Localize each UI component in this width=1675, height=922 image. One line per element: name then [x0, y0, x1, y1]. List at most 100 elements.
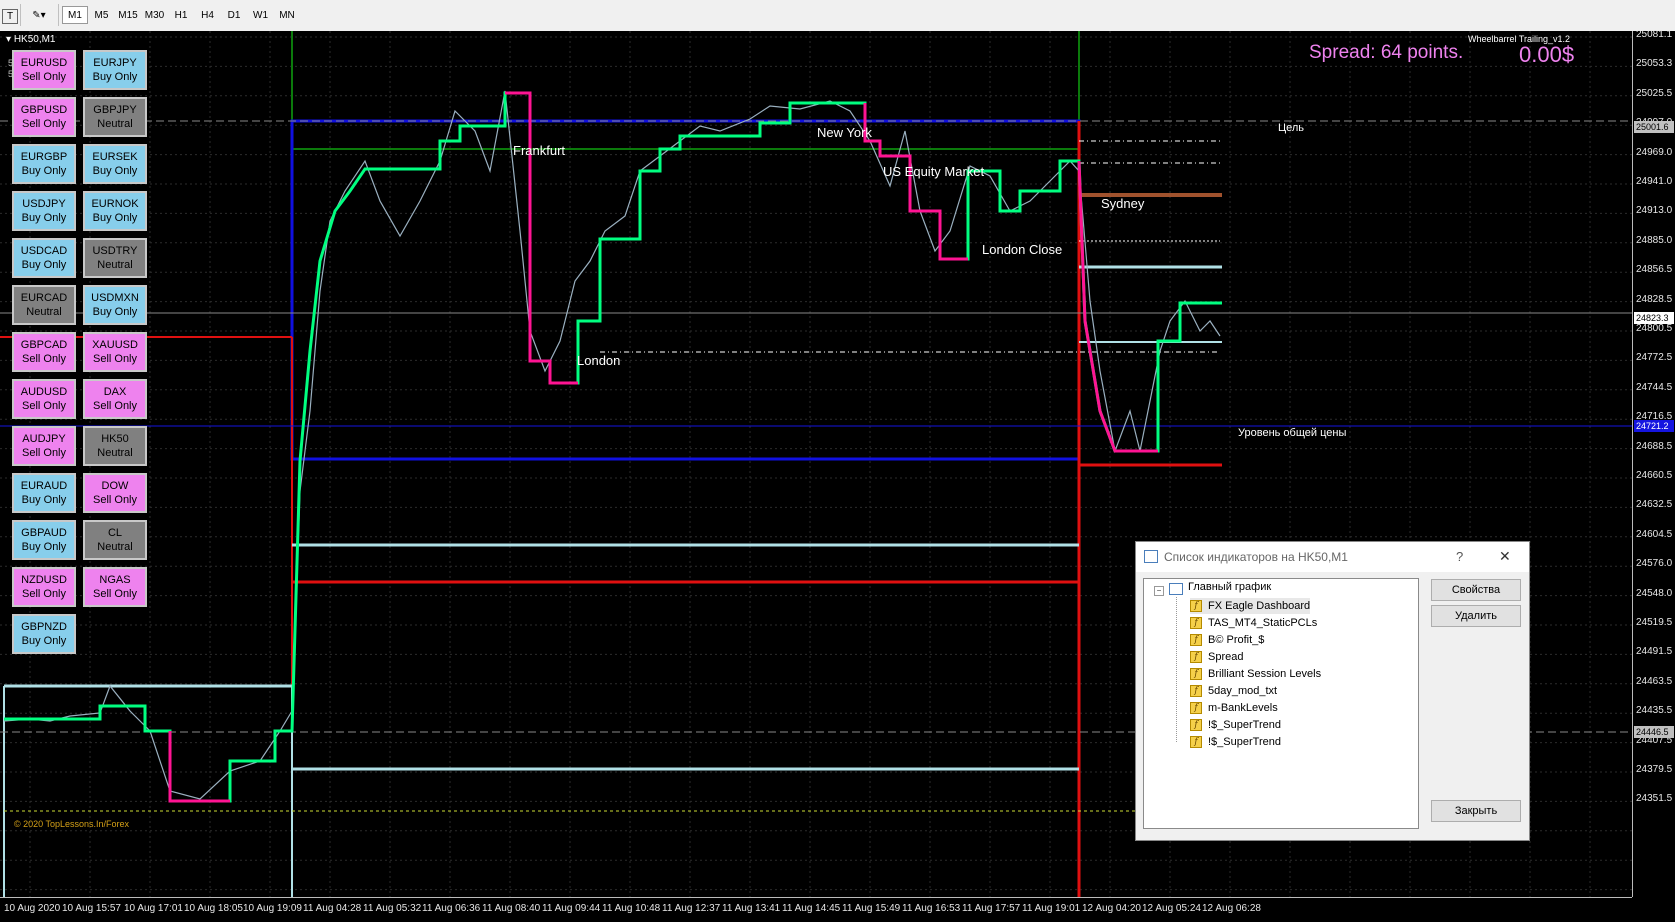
indicator-list-item[interactable]: f 5day_mod_txt: [1190, 683, 1277, 699]
price-chart[interactable]: ▾ HK50,M1 5day 5day EURUSDSell OnlyEURJP…: [0, 31, 1632, 897]
dashboard-pair-label: USDMXN: [91, 292, 139, 304]
indicator-name: TAS_MT4_StaticPCLs: [1208, 617, 1318, 629]
indicator-name: B© Profit_$: [1208, 634, 1265, 646]
time-axis: 10 Aug 2020 10 Aug 15:57 10 Aug 17:01 10 Au…: [0, 897, 1632, 922]
dashboard-button-eurnok[interactable]: EURNOK Buy Only: [83, 191, 147, 231]
profit-label: 0.00$: [1519, 42, 1575, 67]
dashboard-pair-label: EURAUD: [20, 480, 68, 492]
dashboard-button-eurgbp[interactable]: EURGBP Buy Only: [12, 144, 76, 184]
dashboard-button-cl[interactable]: CL Neutral: [83, 520, 147, 560]
dashboard-button-dow[interactable]: DOW Sell Only: [83, 473, 147, 513]
price-tick-label: 24351.5: [1636, 793, 1673, 805]
dashboard-pair-label: GBPAUD: [21, 527, 67, 539]
time-tick-label: 11 Aug 19:01: [1022, 903, 1081, 914]
price-tick-label: 24379.5: [1636, 764, 1673, 775]
target-level-label: Цель: [1278, 122, 1305, 134]
price-tick-label: 24435.5: [1636, 705, 1673, 717]
timeframe-w1-button[interactable]: W1: [248, 6, 274, 24]
timeframe-d1-button[interactable]: D1: [221, 6, 247, 24]
chart-symbol-title: ▾ HK50,M1: [6, 34, 56, 45]
indicator-list-item[interactable]: f Spread: [1190, 649, 1243, 665]
dashboard-button-hk50[interactable]: HK50 Neutral: [83, 426, 147, 466]
arrow-tool-icon[interactable]: ✎▾: [28, 6, 50, 24]
price-scale[interactable]: 25081.125053.325025.524997.024969.024941…: [1632, 29, 1675, 897]
dashboard-button-ngas[interactable]: NGAS Sell Only: [83, 567, 147, 607]
indicator-list-item[interactable]: f B© Profit_$: [1190, 632, 1264, 648]
timeframe-h4-button[interactable]: H4: [195, 6, 221, 24]
close-dialog-button[interactable]: Закрыть: [1431, 800, 1521, 822]
time-tick-label: 10 Aug 2020: [4, 903, 61, 914]
price-tick-label: 24519.5: [1636, 617, 1673, 628]
dashboard-button-audusd[interactable]: AUDUSD Sell Only: [12, 379, 76, 419]
dashboard-button-eursek[interactable]: EURSEK Buy Only: [83, 144, 147, 184]
timeframe-mn-button[interactable]: MN: [274, 6, 300, 24]
collapse-icon[interactable]: −: [1154, 586, 1164, 596]
dashboard-button-usdjpy[interactable]: USDJPY Buy Only: [12, 191, 76, 231]
current-price-tag: 24823.3: [1634, 312, 1674, 324]
delete-button[interactable]: Удалить: [1431, 605, 1521, 627]
indicator-icon: f: [1190, 617, 1202, 629]
time-tick-label: 11 Aug 12:37: [662, 903, 721, 914]
dashboard-button-euraud[interactable]: EURAUD Buy Only: [12, 473, 76, 513]
time-tick-label: 11 Aug 17:57: [962, 903, 1021, 914]
dashboard-status-label: Buy Only: [92, 71, 138, 83]
tree-root-label[interactable]: Главный график: [1188, 581, 1271, 593]
indicator-list-item[interactable]: f m-BankLevels: [1190, 700, 1278, 716]
indicator-name: FX Eagle Dashboard: [1208, 600, 1311, 612]
price-tick-label: 24856.5: [1636, 264, 1673, 276]
dashboard-pair-label: AUDUSD: [20, 386, 68, 398]
session-label-frankfurt: Frankfurt: [513, 143, 566, 158]
time-tick-label: 11 Aug 16:53: [902, 903, 961, 914]
price-tick-label: 24744.5: [1636, 381, 1673, 393]
dashboard-status-label: Neutral: [97, 118, 133, 130]
indicator-icon: f: [1190, 719, 1202, 731]
dashboard-pair-label: EURCAD: [20, 292, 68, 304]
common-price-label: Уровень общей цены: [1238, 427, 1347, 439]
price-tick-label: 24604.5: [1636, 528, 1673, 540]
dashboard-button-gbpaud[interactable]: GBPAUD Buy Only: [12, 520, 76, 560]
dashboard-button-gbpjpy[interactable]: GBPJPY Neutral: [83, 97, 147, 137]
text-tool-icon[interactable]: T: [2, 9, 18, 24]
dashboard-button-xauusd[interactable]: XAUUSD Sell Only: [83, 332, 147, 372]
dashboard-button-gbpusd[interactable]: GBPUSD Sell Only: [12, 97, 76, 137]
time-tick-label: 11 Aug 10:48: [602, 903, 661, 914]
time-tick-label: 10 Aug 19:09: [243, 903, 302, 914]
dashboard-button-gbpcad[interactable]: GBPCAD Sell Only: [12, 332, 76, 372]
dashboard-pair-label: GBPCAD: [20, 339, 68, 351]
dashboard-button-gbpnzd[interactable]: GBPNZD Buy Only: [12, 614, 76, 654]
toolbar: T ✎▾ M1 M5 M15 M30 H1 H4 D1 W1 MN: [0, 0, 1675, 32]
indicator-icon: f: [1190, 600, 1202, 612]
indicator-icon: f: [1190, 634, 1202, 646]
dashboard-button-audjpy[interactable]: AUDJPY Sell Only: [12, 426, 76, 466]
time-tick-label: 11 Aug 06:36: [422, 903, 481, 914]
timeframe-m30-button[interactable]: M30: [142, 6, 168, 24]
price-tick-label: 24688.5: [1636, 440, 1673, 452]
indicator-icon: f: [1190, 736, 1202, 748]
indicator-list-item[interactable]: f FX Eagle Dashboard: [1190, 598, 1311, 614]
dashboard-button-eurjpy[interactable]: EURJPY Buy Only: [83, 50, 147, 90]
dashboard-button-usdmxn[interactable]: USDMXN Buy Only: [83, 285, 147, 325]
dashboard-button-eurcad[interactable]: EURCAD Neutral: [12, 285, 76, 325]
indicator-list-item[interactable]: f !$_SuperTrend: [1190, 717, 1281, 733]
timeframe-m5-button[interactable]: M5: [89, 6, 115, 24]
dashboard-button-eurusd[interactable]: EURUSD Sell Only: [12, 50, 76, 90]
close-icon[interactable]: ✕: [1499, 548, 1511, 565]
dashboard-status-label: Sell Only: [21, 588, 67, 600]
low-price-tag: 24446.5: [1634, 726, 1674, 738]
timeframe-m15-button[interactable]: M15: [115, 6, 141, 24]
dashboard-button-dax[interactable]: DAX Sell Only: [83, 379, 147, 419]
help-icon[interactable]: ?: [1456, 549, 1463, 564]
dashboard-button-usdtry[interactable]: USDTRY Neutral: [83, 238, 147, 278]
indicator-tree[interactable]: − Главный график f FX Eagle Dashboard f TAS…: [1143, 578, 1419, 829]
timeframe-m1-button[interactable]: M1: [62, 6, 88, 24]
dialog-title-bar[interactable]: Список индикаторов на HK50,M1 ? ✕: [1136, 542, 1529, 572]
indicator-list-item[interactable]: f !$_SuperTrend: [1190, 734, 1281, 750]
tree-guide-line: [1176, 597, 1177, 742]
dashboard-button-nzdusd[interactable]: NZDUSD Sell Only: [12, 567, 76, 607]
indicator-list-item[interactable]: f Brilliant Session Levels: [1190, 666, 1321, 682]
dashboard-status-label: Buy Only: [92, 165, 138, 177]
dashboard-button-usdcad[interactable]: USDCAD Buy Only: [12, 238, 76, 278]
properties-button[interactable]: Свойства: [1431, 579, 1521, 601]
timeframe-h1-button[interactable]: H1: [168, 6, 194, 24]
indicator-list-item[interactable]: f TAS_MT4_StaticPCLs: [1190, 615, 1317, 631]
